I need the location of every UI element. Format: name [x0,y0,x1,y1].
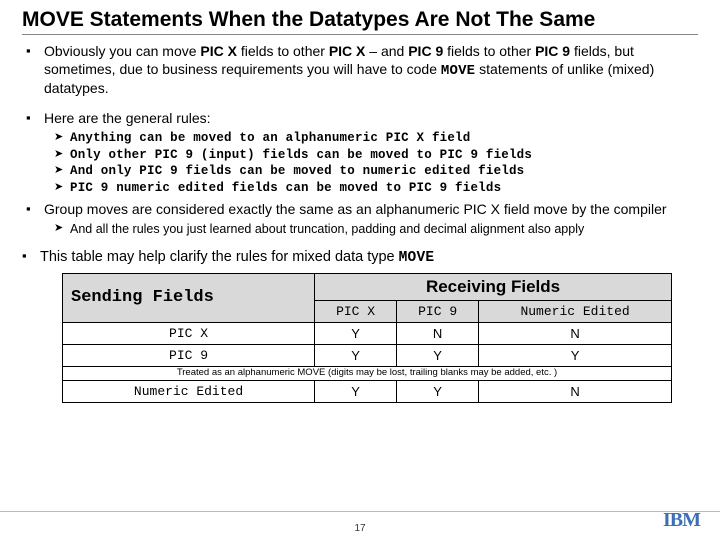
pic-9-keyword: PIC 9 [408,43,443,59]
rule-item: ➤ And only PIC 9 fields can be moved to … [54,164,698,180]
col-numeric-edited: Numeric Edited [479,300,672,322]
bullet-text: Obviously you can move PIC X fields to o… [44,43,698,98]
rule-item: ➤ Anything can be moved to an alphanumer… [54,131,698,147]
table-row: Numeric Edited Y Y N [63,381,672,403]
cell: Y [315,381,397,403]
sub-bullet-marker-icon: ➤ [54,131,70,145]
rule-text: And only PIC 9 fields can be moved to nu… [70,164,698,180]
rules-table: Sending Fields Receiving Fields PIC X PI… [62,273,672,403]
sub-bullet-marker-icon: ➤ [54,181,70,195]
pic-x-keyword: PIC X [329,43,366,59]
bullet-rules-header: ▪ Here are the general rules: [26,110,698,128]
sub-bullet-rules-apply: ➤ And all the rules you just learned abo… [54,222,698,238]
bullet-text: Here are the general rules: [44,110,698,128]
table-note-row: Treated as an alphanumeric MOVE (digits … [63,366,672,380]
pic-9-keyword: PIC 9 [535,43,570,59]
bullet-text: This table may help clarify the rules fo… [40,248,698,267]
sub-bullet-marker-icon: ➤ [54,148,70,162]
slide: MOVE Statements When the Datatypes Are N… [0,0,720,540]
row-pic-9: PIC 9 [63,344,315,366]
bullet-marker-icon: ▪ [26,43,44,59]
text-fragment: – and [365,43,408,59]
bullet-intro-1: ▪ Obviously you can move PIC X fields to… [26,43,698,98]
move-keyword: MOVE [399,250,435,266]
bullet-table-intro: ▪ This table may help clarify the rules … [22,248,698,267]
cell: Y [479,344,672,366]
bullet-marker-icon: ▪ [22,248,40,264]
col-pic-x: PIC X [315,300,397,322]
bullet-marker-icon: ▪ [26,201,44,217]
sub-bullet-marker-icon: ➤ [54,164,70,178]
rule-text: Only other PIC 9 (input) fields can be m… [70,148,698,164]
table-header-row: Sending Fields Receiving Fields [63,273,672,300]
sub-bullet-marker-icon: ➤ [54,222,70,236]
bullet-text: Group moves are considered exactly the s… [44,201,698,219]
rule-text: PIC 9 numeric edited fields can be moved… [70,181,698,197]
col-pic-9: PIC 9 [397,300,479,322]
text-fragment: Obviously you can move [44,43,200,59]
ibm-logo-icon: IBM [663,509,700,532]
footer-rule [0,511,720,512]
text-fragment: fields to other [443,43,535,59]
slide-title: MOVE Statements When the Datatypes Are N… [22,8,698,35]
sending-fields-header: Sending Fields [63,273,315,322]
table-row: PIC 9 Y Y Y [63,344,672,366]
row-numeric-edited: Numeric Edited [63,381,315,403]
cell: N [479,381,672,403]
receiving-fields-header: Receiving Fields [315,273,672,300]
cell: Y [397,344,479,366]
bullet-group-moves: ▪ Group moves are considered exactly the… [26,201,698,219]
bullet-text: And all the rules you just learned about… [70,222,698,238]
move-keyword: MOVE [441,63,475,79]
rule-item: ➤ PIC 9 numeric edited fields can be mov… [54,181,698,197]
bullet-marker-icon: ▪ [26,110,44,126]
table-row: PIC X Y N N [63,322,672,344]
row-pic-x: PIC X [63,322,315,344]
text-fragment: fields to other [237,43,329,59]
cell: Y [315,344,397,366]
rule-item: ➤ Only other PIC 9 (input) fields can be… [54,148,698,164]
cell: Y [315,322,397,344]
cell: Y [397,381,479,403]
pic-x-keyword: PIC X [200,43,237,59]
rule-text: Anything can be moved to an alphanumeric… [70,131,698,147]
note-cell: Treated as an alphanumeric MOVE (digits … [63,366,672,380]
cell: N [397,322,479,344]
text-fragment: This table may help clarify the rules fo… [40,249,399,265]
cell: N [479,322,672,344]
page-number: 17 [0,523,720,534]
